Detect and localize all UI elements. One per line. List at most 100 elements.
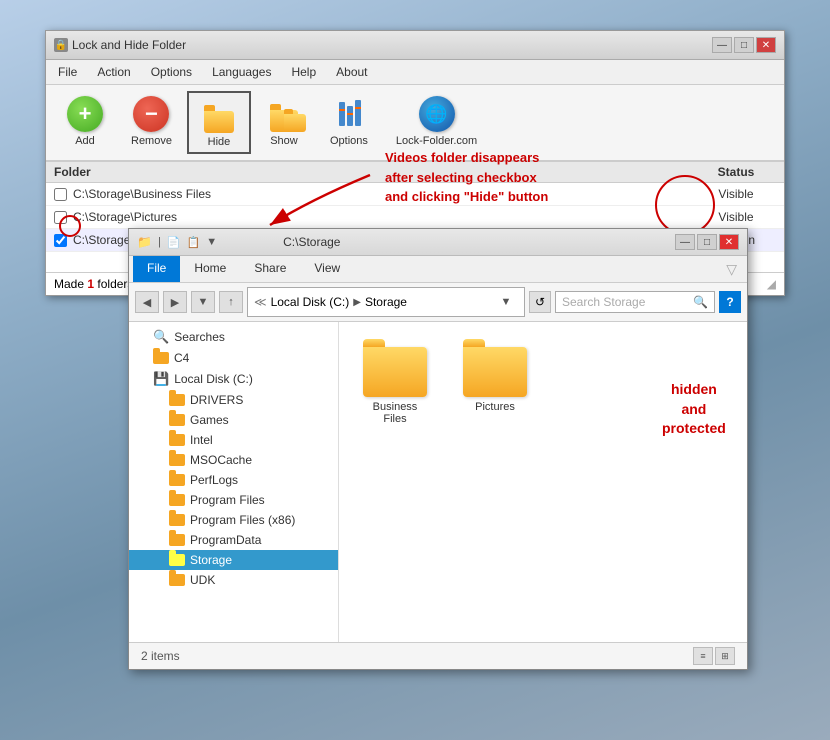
nav-item-searches[interactable]: 🔍 Searches (129, 326, 338, 348)
menu-options[interactable]: Options (147, 63, 196, 81)
program-files-x86-folder-icon (169, 514, 185, 526)
nav-panel: 🔍 Searches C4 💾 Local Disk (C:) DRIVERS … (129, 322, 339, 642)
status-resize-grip: ◢ (767, 277, 776, 291)
nav-item-program-files-x86[interactable]: Program Files (x86) (129, 510, 338, 530)
up-button[interactable]: ↑ (219, 291, 243, 313)
show-icon (266, 96, 302, 132)
nav-item-program-files[interactable]: Program Files (129, 490, 338, 510)
nav-item-games[interactable]: Games (129, 410, 338, 430)
explorer-title-text: | 📄 📋 ▼ (158, 236, 217, 249)
tab-view[interactable]: View (300, 256, 354, 282)
pictures-folder-icon (463, 347, 527, 397)
menu-file[interactable]: File (54, 63, 81, 81)
tab-share[interactable]: Share (240, 256, 300, 282)
explorer-status-bar: 2 items ≡ ⊞ (129, 642, 747, 669)
icons-view-button[interactable]: ⊞ (715, 647, 735, 665)
status-made: Made (54, 277, 84, 291)
program-files-folder-icon (169, 494, 185, 506)
search-nav-icon: 🔍 (153, 329, 169, 345)
games-folder-icon (169, 414, 185, 426)
address-path-box[interactable]: ≪ Local Disk (C:) ▶ Storage ▼ (247, 287, 525, 317)
website-button[interactable]: 🌐 Lock-Folder.com (383, 91, 490, 154)
app-title: Lock and Hide Folder (72, 38, 186, 52)
details-view-button[interactable]: ≡ (693, 647, 713, 665)
explorer-title-name: C:\Storage (283, 235, 340, 249)
nav-item-local-disk[interactable]: 💾 Local Disk (C:) (129, 368, 338, 390)
close-button[interactable]: ✕ (756, 37, 776, 53)
title-bar: 🔒 Lock and Hide Folder — □ ✕ (46, 31, 784, 60)
add-icon: + (67, 96, 103, 132)
refresh-button[interactable]: ↺ (529, 291, 551, 313)
explorer-title-bar: 📁 | 📄 📋 ▼ C:\Storage — □ ✕ (129, 229, 747, 256)
nav-item-c4[interactable]: C4 (129, 348, 338, 368)
explorer-folder-icon-small: 📁 (137, 235, 152, 249)
search-box[interactable]: Search Storage 🔍 (555, 291, 715, 313)
address-chevron: ▶ (353, 297, 361, 308)
row-1-status: Visible (696, 187, 776, 201)
table-row: C:\Storage\Business Files Visible (46, 183, 784, 206)
row-2-path: C:\Storage\Pictures (73, 210, 696, 224)
menu-help[interactable]: Help (287, 63, 320, 81)
row-1-path: C:\Storage\Business Files (73, 187, 696, 201)
recent-button[interactable]: ▼ (191, 291, 215, 313)
folder-pictures[interactable]: Pictures (455, 338, 535, 434)
hide-button[interactable]: Hide (187, 91, 251, 154)
business-files-label: Business Files (364, 401, 426, 425)
menu-languages[interactable]: Languages (208, 63, 275, 81)
storage-folder-icon (169, 554, 185, 566)
row-1-checkbox[interactable] (54, 188, 67, 201)
row-2-status: Visible (696, 210, 776, 224)
nav-item-perflogs[interactable]: PerfLogs (129, 470, 338, 490)
folder-business-files[interactable]: Business Files (355, 338, 435, 434)
explorer-minimize-button[interactable]: — (675, 234, 695, 250)
file-list-header: Folder Status (46, 162, 784, 183)
business-files-folder-icon (363, 347, 427, 397)
nav-item-intel[interactable]: Intel (129, 430, 338, 450)
explorer-maximize-button[interactable]: □ (697, 234, 717, 250)
intel-folder-icon (169, 434, 185, 446)
nav-item-storage[interactable]: Storage (129, 550, 338, 570)
show-label: Show (270, 135, 298, 147)
nav-item-drivers[interactable]: DRIVERS (129, 390, 338, 410)
view-toggle-buttons: ≡ ⊞ (693, 647, 735, 665)
help-button[interactable]: ? (719, 291, 741, 313)
perflogs-folder-icon (169, 474, 185, 486)
forward-button[interactable]: ▶ (163, 291, 187, 313)
search-placeholder: Search Storage (562, 295, 645, 309)
pictures-label: Pictures (475, 401, 515, 413)
explorer-close-button[interactable]: ✕ (719, 234, 739, 250)
tab-home[interactable]: Home (180, 256, 240, 282)
remove-icon: − (133, 96, 169, 132)
udk-folder-icon (169, 574, 185, 586)
menu-action[interactable]: Action (93, 63, 134, 81)
ribbon-tabs: File Home Share View ▽ (129, 256, 747, 282)
programdata-folder-icon (169, 534, 185, 546)
address-local-disk: Local Disk (C:) (271, 295, 350, 309)
folder-column-header: Folder (54, 165, 696, 179)
explorer-title-controls: — □ ✕ (675, 234, 739, 250)
status-column-header: Status (696, 165, 776, 179)
c4-folder-icon (153, 352, 169, 364)
search-icon: 🔍 (693, 295, 708, 309)
minimize-button[interactable]: — (712, 37, 732, 53)
options-button[interactable]: Options (317, 91, 381, 154)
address-storage: Storage (365, 295, 407, 309)
add-label: Add (75, 135, 95, 147)
address-dropdown-button[interactable]: ▼ (494, 291, 518, 313)
show-button[interactable]: Show (253, 91, 315, 154)
remove-button[interactable]: − Remove (118, 91, 185, 154)
nav-item-programdata[interactable]: ProgramData (129, 530, 338, 550)
row-3-checkbox[interactable] (54, 234, 67, 247)
back-button[interactable]: ◀ (135, 291, 159, 313)
menu-about[interactable]: About (332, 63, 371, 81)
add-button[interactable]: + Add (54, 91, 116, 154)
maximize-button[interactable]: □ (734, 37, 754, 53)
hide-label: Hide (208, 136, 231, 148)
title-controls: — □ ✕ (712, 37, 776, 53)
tab-file[interactable]: File (133, 256, 180, 282)
row-2-checkbox[interactable] (54, 211, 67, 224)
drivers-folder-icon (169, 394, 185, 406)
nav-item-msocache[interactable]: MSOCache (129, 450, 338, 470)
address-back-icon: ≪ (254, 295, 267, 309)
nav-item-udk[interactable]: UDK (129, 570, 338, 590)
